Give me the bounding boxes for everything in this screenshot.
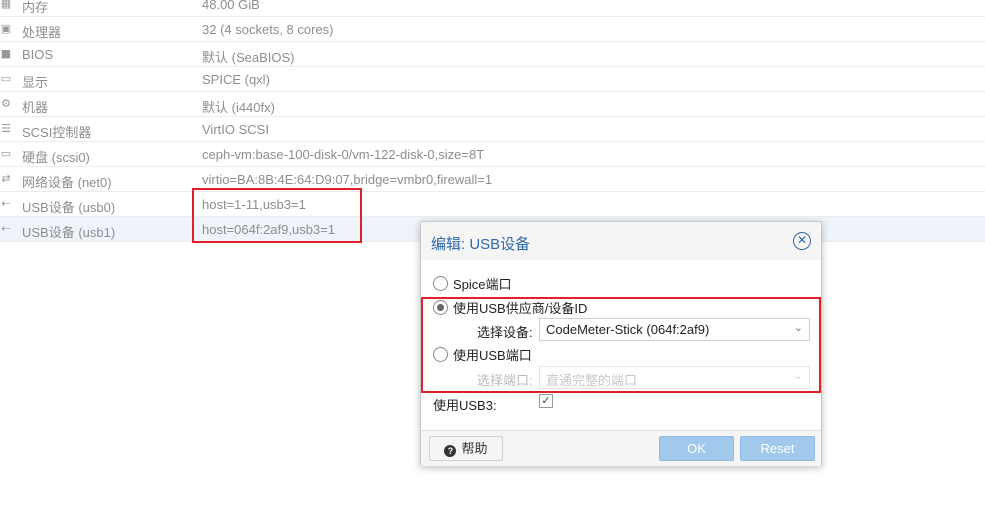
- hardware-name: 处理器: [22, 25, 62, 40]
- hardware-list: ▦ 内存 48.00 GiB ▣ 处理器 32 (4 sockets, 8 co…: [0, 0, 985, 242]
- cpu-icon: ▣: [0, 22, 12, 35]
- hardware-name: BIOS: [22, 47, 54, 62]
- hardware-value: virtio=BA:8B:4E:64:D9:07,bridge=vmbr0,fi…: [202, 172, 493, 187]
- hardware-name: 显示: [22, 75, 49, 90]
- hardware-value: 默认 (i440fx): [202, 100, 275, 115]
- reset-button[interactable]: Reset: [740, 436, 815, 461]
- close-icon[interactable]: ✕: [793, 232, 811, 250]
- bios-icon: ■: [0, 47, 12, 60]
- display-icon: ▭: [0, 72, 12, 85]
- hardware-value: ceph-vm:base-100-disk-0/vm-122-disk-0,si…: [202, 147, 485, 162]
- dialog-footer: ? 帮助 OK Reset: [421, 430, 821, 466]
- help-label: 帮助: [461, 441, 488, 456]
- hardware-name: 网络设备 (net0): [22, 175, 112, 190]
- memory-icon: ▦: [0, 0, 12, 10]
- database-icon: ☰: [1, 122, 11, 135]
- hardware-name: 机器: [22, 100, 49, 115]
- hardware-name: 内存: [22, 0, 49, 15]
- table-row[interactable]: ▭ 硬盘 (scsi0) ceph-vm:base-100-disk-0/vm-…: [0, 142, 985, 167]
- radio-button[interactable]: [433, 276, 448, 291]
- hardware-name: 硬盘 (scsi0): [22, 150, 90, 165]
- table-row[interactable]: ☰ SCSI控制器 VirtIO SCSI: [0, 117, 985, 142]
- hardware-value: 48.00 GiB: [202, 0, 260, 12]
- help-icon: ?: [444, 445, 457, 457]
- usb3-label: 使用USB3:: [433, 398, 497, 413]
- hardware-value: SPICE (qxl): [202, 72, 270, 87]
- table-row[interactable]: ▦ 内存 48.00 GiB: [0, 0, 985, 17]
- hardware-name: USB设备 (usb0): [22, 200, 116, 215]
- radio-label: Spice端口: [453, 277, 512, 292]
- dialog-header: 编辑: USB设备 ✕: [421, 222, 821, 260]
- machine-icon: ⚙: [1, 97, 11, 110]
- network-icon: ⇄: [1, 172, 11, 185]
- radio-spice-port[interactable]: Spice端口: [433, 274, 512, 293]
- hardware-value: 32 (4 sockets, 8 cores): [202, 22, 334, 37]
- hardware-name: USB设备 (usb1): [22, 225, 116, 240]
- table-row[interactable]: ⇠ USB设备 (usb0) host=1-11,usb3=1: [0, 192, 985, 217]
- table-row[interactable]: ▣ 处理器 32 (4 sockets, 8 cores): [0, 17, 985, 42]
- hardware-value: VirtIO SCSI: [202, 122, 269, 137]
- table-row[interactable]: ⇄ 网络设备 (net0) virtio=BA:8B:4E:64:D9:07,b…: [0, 167, 985, 192]
- ok-button[interactable]: OK: [659, 436, 734, 461]
- table-row[interactable]: ■ BIOS 默认 (SeaBIOS): [0, 42, 985, 67]
- usb-icon: ⇠: [1, 222, 11, 235]
- usb3-checkbox[interactable]: ✓: [539, 394, 553, 408]
- highlight-box-usb-source: [421, 297, 821, 393]
- hardware-value: 默认 (SeaBIOS): [202, 50, 295, 65]
- harddisk-icon: ▭: [0, 147, 12, 160]
- table-row[interactable]: ▭ 显示 SPICE (qxl): [0, 67, 985, 92]
- table-row[interactable]: ⚙ 机器 默认 (i440fx): [0, 92, 985, 117]
- help-button[interactable]: ? 帮助: [429, 436, 503, 461]
- edit-usb-dialog: 编辑: USB设备 ✕ Spice端口 使用USB供应商/设备ID 选择设备: …: [420, 221, 822, 466]
- usb-icon: ⇠: [1, 197, 11, 210]
- hardware-name: SCSI控制器: [22, 125, 92, 140]
- highlight-box-usb-values: [192, 188, 362, 243]
- dialog-title: 编辑: USB设备: [431, 236, 531, 253]
